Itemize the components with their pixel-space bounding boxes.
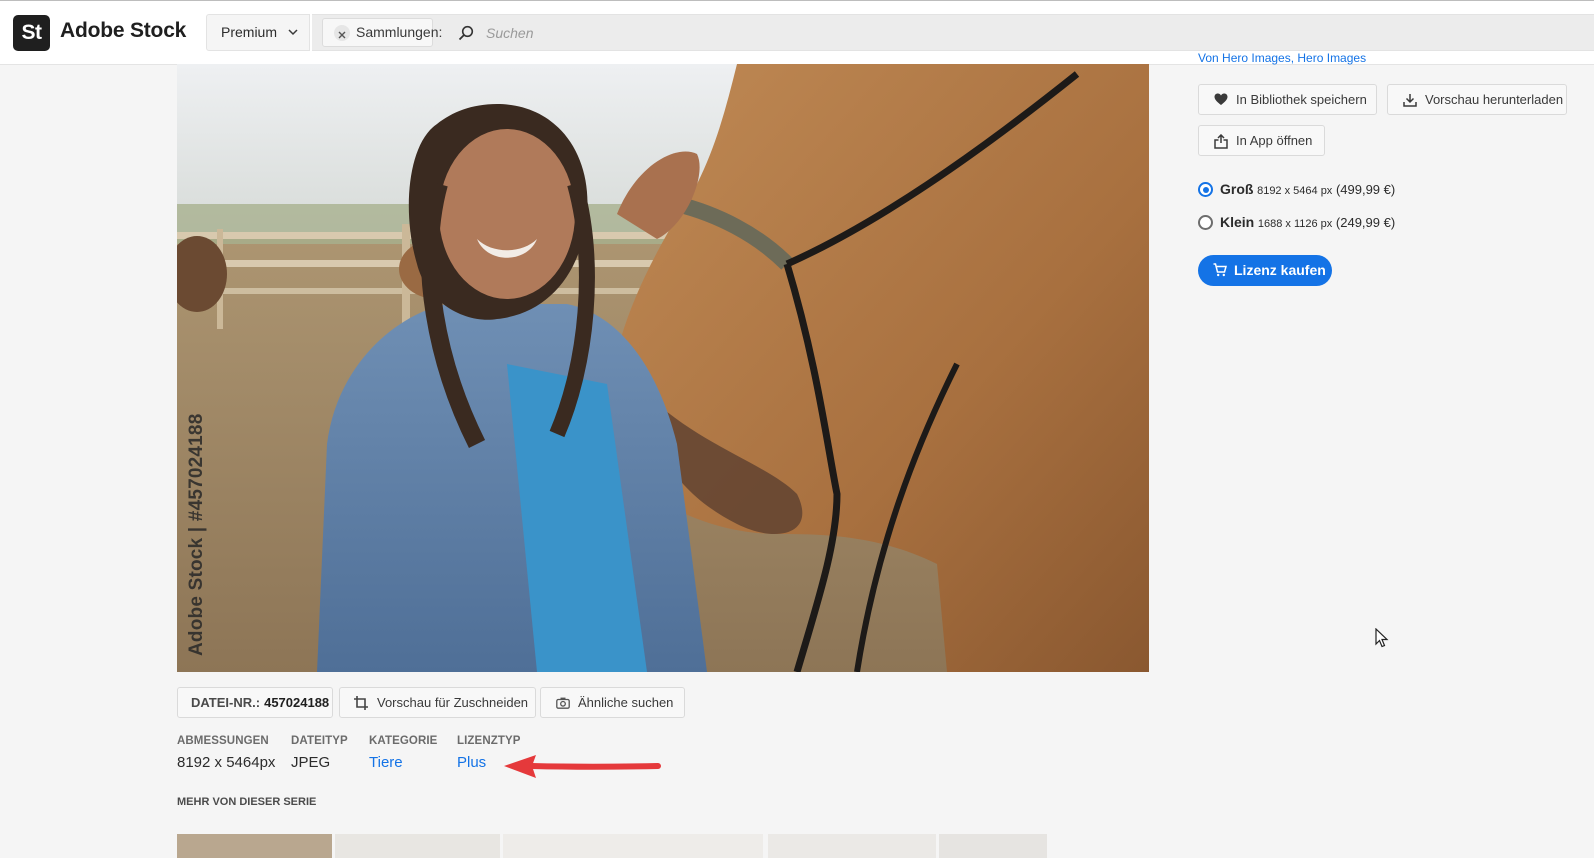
- file-number-badge: DATEI-NR.: 457024188: [177, 687, 333, 718]
- radio-selected-icon[interactable]: [1198, 182, 1213, 197]
- crop-icon: [354, 696, 368, 710]
- size-price: (249,99 €): [1335, 215, 1396, 230]
- plan-dropdown[interactable]: Premium: [206, 14, 310, 51]
- size-option-label: Groß 8192 x 5464 px (499,99 €): [1220, 181, 1395, 197]
- meta-dimensions: ABMESSUNGEN 8192 x 5464px: [177, 735, 275, 771]
- mouse-cursor-icon: [1375, 628, 1389, 648]
- meta-category: KATEGORIE Tiere: [369, 735, 437, 771]
- share-icon: [1214, 134, 1228, 149]
- series-thumbnail[interactable]: [335, 834, 500, 858]
- dimensions-label: ABMESSUNGEN: [177, 735, 269, 747]
- open-in-app-button[interactable]: In App öffnen: [1198, 125, 1325, 156]
- search-icon[interactable]: [458, 25, 474, 41]
- series-heading: MEHR VON DIESER SERIE: [177, 796, 317, 808]
- find-similar-label: Ähnliche suchen: [578, 695, 674, 710]
- category-link[interactable]: Tiere: [369, 754, 437, 771]
- size-option-label: Klein 1688 x 1126 px (249,99 €): [1220, 214, 1395, 230]
- size-dimensions: 8192 x 5464 px: [1257, 185, 1333, 197]
- file-number-value: 457024188: [264, 695, 330, 710]
- filetype-value: JPEG: [291, 754, 331, 771]
- size-name: Klein: [1220, 214, 1255, 230]
- open-in-app-label: In App öffnen: [1236, 133, 1313, 148]
- dimensions-value: 8192 x 5464px: [177, 754, 276, 771]
- size-name: Groß: [1220, 181, 1254, 197]
- close-icon[interactable]: [334, 25, 350, 41]
- file-number-label: DATEI-NR.:: [191, 695, 261, 710]
- buy-license-button[interactable]: Lizenz kaufen: [1198, 255, 1332, 286]
- buy-license-label: Lizenz kaufen: [1234, 262, 1326, 278]
- download-icon: [1403, 94, 1417, 107]
- crop-preview-label: Vorschau für Zuschneiden: [377, 695, 529, 710]
- search-input[interactable]: [484, 20, 1088, 46]
- save-to-library-button[interactable]: In Bibliothek speichern: [1198, 84, 1377, 115]
- license-type-label: LIZENZTYP: [457, 735, 521, 747]
- series-thumbnail[interactable]: [503, 834, 763, 858]
- plan-dropdown-label: Premium: [221, 24, 278, 40]
- series-thumbnail[interactable]: [768, 834, 936, 858]
- size-dimensions: 1688 x 1126 px: [1257, 218, 1333, 230]
- download-preview-button[interactable]: Vorschau herunterladen: [1387, 84, 1567, 115]
- search-bar: Sammlungen:: [312, 14, 1594, 51]
- series-thumbnail[interactable]: [939, 834, 1047, 858]
- cart-icon: [1213, 263, 1227, 277]
- image-watermark: Adobe Stock | #457024188: [186, 413, 207, 656]
- series-thumbnail[interactable]: [177, 834, 332, 858]
- find-similar-button[interactable]: Ähnliche suchen: [540, 687, 685, 718]
- filetype-label: DATEITYP: [291, 735, 348, 747]
- download-preview-label: Vorschau herunterladen: [1425, 92, 1564, 107]
- chevron-down-icon: [288, 29, 298, 36]
- brand-name[interactable]: Adobe Stock: [60, 19, 186, 43]
- crop-preview-button[interactable]: Vorschau für Zuschneiden: [339, 687, 536, 718]
- annotation-arrow-icon: [504, 755, 661, 778]
- collection-filter-chip[interactable]: Sammlungen:: [322, 18, 442, 47]
- heart-icon: [1214, 93, 1228, 105]
- meta-filetype: DATEITYP JPEG: [291, 735, 348, 771]
- photo-illustration: [177, 64, 1149, 672]
- save-to-library-label: In Bibliothek speichern: [1236, 92, 1367, 107]
- author-attribution-link[interactable]: Von Hero Images, Hero Images: [1198, 52, 1366, 66]
- adobe-stock-logo-icon[interactable]: St: [13, 15, 50, 51]
- size-price: (499,99 €): [1335, 182, 1396, 197]
- radio-unselected-icon[interactable]: [1198, 215, 1213, 230]
- camera-icon: [556, 697, 570, 709]
- collection-chip-label: Sammlungen:: [356, 24, 443, 40]
- category-label: KATEGORIE: [369, 735, 438, 747]
- stock-photo-preview[interactable]: [177, 64, 1149, 672]
